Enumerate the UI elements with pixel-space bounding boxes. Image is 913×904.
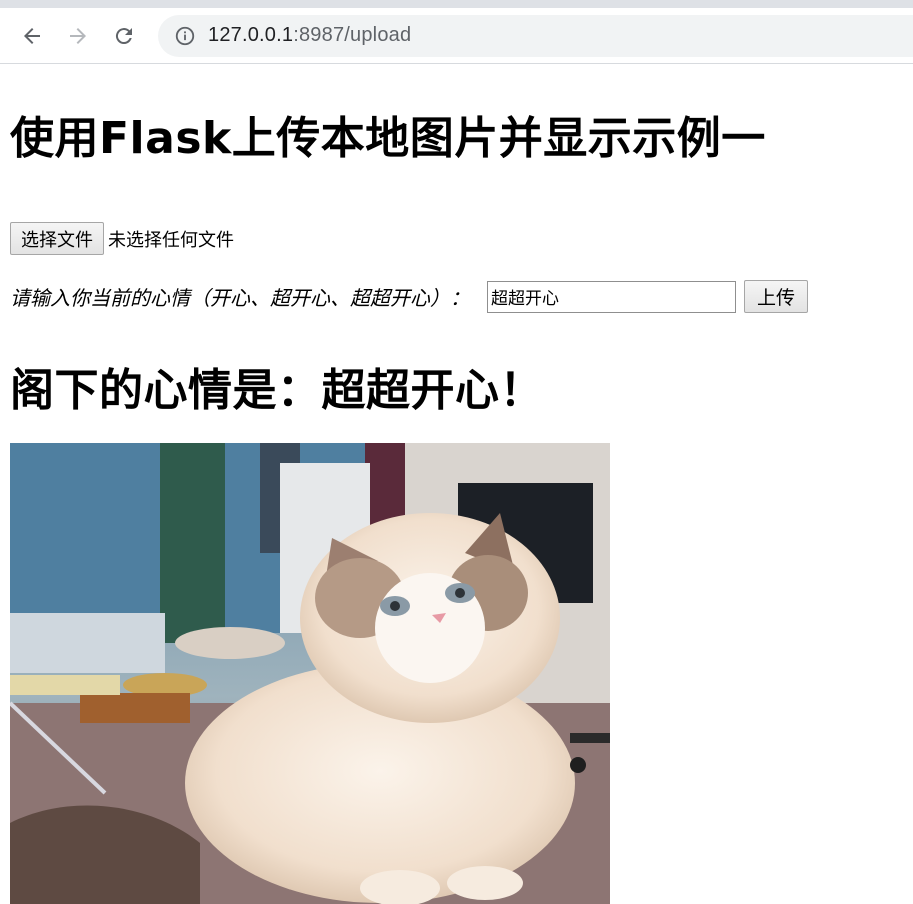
mood-input[interactable]: 超超开心 [487,280,736,313]
choose-file-button[interactable]: 选择文件 [10,222,104,255]
arrow-left-icon [24,27,40,44]
address-bar[interactable]: 127.0.0.1:8987/upload [158,14,913,57]
reload-icon [115,27,132,44]
upload-button[interactable]: 上传 [744,280,808,313]
forward-button[interactable] [62,20,94,52]
url-text: 127.0.0.1:8987/upload [208,24,411,47]
file-status-text: 未选择任何文件 [108,229,234,251]
browser-tab-strip [0,0,913,8]
mood-result-heading: 阁下的心情是：超超开心！ [10,365,544,416]
mood-form: 请输入你当前的心情（开心、超开心、超超开心）： 超超开心 上传 [10,280,808,313]
back-button[interactable] [16,20,48,52]
url-host: 127.0.0.1 [208,24,294,46]
info-icon[interactable] [174,25,196,47]
url-path: :8987/upload [293,24,412,46]
file-picker: 选择文件 未选择任何文件 [10,222,234,255]
page-title: 使用Flask上传本地图片并显示示例一 [10,113,766,164]
mood-label: 请输入你当前的心情（开心、超开心、超超开心）： [10,286,470,310]
browser-toolbar: 127.0.0.1:8987/upload [0,8,913,64]
reload-button[interactable] [108,20,140,52]
arrow-right-icon [70,27,86,44]
uploaded-cat-photo [10,443,610,904]
